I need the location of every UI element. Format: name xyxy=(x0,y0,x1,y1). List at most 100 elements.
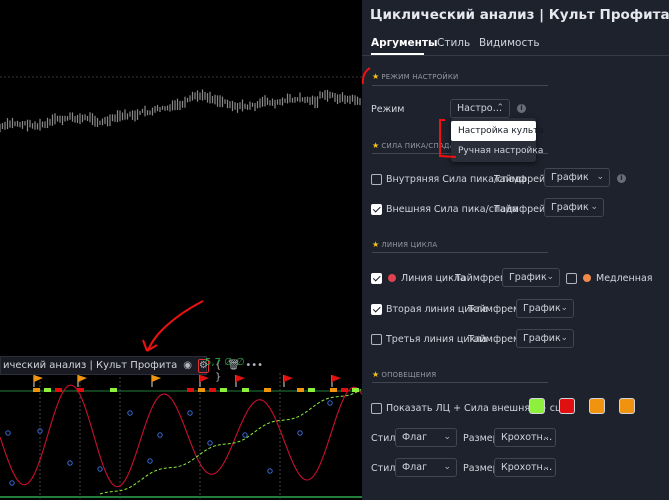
signal-marker xyxy=(220,388,227,392)
third-cycle-tf-select[interactable]: График ⌄ xyxy=(516,329,574,348)
section-cycle-line-label: ЛИНИЯ ЦИКЛА xyxy=(381,241,438,249)
cycle-point xyxy=(5,430,11,436)
tabs-divider xyxy=(362,55,669,56)
style-select-1[interactable]: Флаг ⌄ xyxy=(395,428,457,447)
section-mode-label: РЕЖИМ НАСТРОЙКИ xyxy=(381,73,459,81)
option-cult-settings[interactable]: Настройка культа xyxy=(451,121,544,141)
signal-marker xyxy=(352,388,359,392)
chevron-down-icon: ⌄ xyxy=(590,202,598,212)
cycle-point xyxy=(147,458,153,464)
size-select-2[interactable]: Крохотн… ⌄ xyxy=(494,458,556,477)
show-alerts-checkbox[interactable] xyxy=(371,403,382,414)
info-icon[interactable]: i xyxy=(617,174,626,183)
select-value: График xyxy=(523,303,561,314)
select-value: Флаг xyxy=(402,432,428,443)
chevron-down-icon: ⌄ xyxy=(546,272,554,282)
section-divider xyxy=(372,252,548,253)
chevron-down-icon: ⌄ xyxy=(443,462,451,472)
cycle-point xyxy=(187,410,193,416)
third-cycle-tf-label: Таймфрем xyxy=(468,334,521,345)
more-icon[interactable]: ••• xyxy=(245,360,263,372)
select-value: График xyxy=(551,202,589,213)
alert-color-swatch-1[interactable] xyxy=(529,398,545,414)
signal-marker xyxy=(77,388,84,392)
signal-marker xyxy=(198,388,205,392)
tab-style[interactable]: Стиль xyxy=(437,37,470,49)
star-icon: ★ xyxy=(372,370,380,379)
section-alerts: ★ ОПОВЕЩЕНИЯ xyxy=(372,370,436,379)
alert-flag xyxy=(78,375,87,382)
chart-area[interactable] xyxy=(0,0,362,500)
signal-marker xyxy=(330,388,337,392)
select-value: График xyxy=(523,333,561,344)
signal-marker xyxy=(33,388,40,392)
third-cycle-line-checkbox[interactable] xyxy=(371,334,382,345)
outer-strength-tf-select[interactable]: График ⌄ xyxy=(544,198,604,217)
chevron-down-icon: ⌄ xyxy=(542,432,550,442)
star-icon: ★ xyxy=(372,240,380,249)
cycle-point xyxy=(327,400,333,406)
cycle-point xyxy=(297,430,303,436)
cycle-point xyxy=(242,432,248,438)
signal-marker xyxy=(44,388,51,392)
second-cycle-tf-select[interactable]: График ⌄ xyxy=(516,299,574,318)
signal-marker xyxy=(341,388,348,392)
dialog-title: Циклический анализ | Культ Профита xyxy=(370,7,669,23)
slow-color-dot[interactable] xyxy=(583,274,591,282)
signal-marker xyxy=(110,388,117,392)
slow-label: Медленная xyxy=(596,273,653,284)
tab-arguments[interactable]: Аргументы xyxy=(371,37,438,49)
alert-flag xyxy=(34,375,43,382)
section-divider xyxy=(372,382,548,383)
star-icon: ★ xyxy=(372,141,380,150)
chevron-down-icon: ⌄ xyxy=(443,432,451,442)
slow-checkbox[interactable] xyxy=(566,273,577,284)
tab-visibility[interactable]: Видимость xyxy=(479,37,540,49)
cycle-line-color-dot[interactable] xyxy=(388,274,396,282)
eye-icon[interactable]: ◉ xyxy=(183,360,192,372)
settings-panel: Циклический анализ | Культ Профита Аргум… xyxy=(362,0,669,500)
signal-marker xyxy=(242,388,249,392)
alert-flag xyxy=(236,375,245,382)
cycle-point xyxy=(157,432,163,438)
option-manual-settings[interactable]: Ручная настройка xyxy=(451,141,543,161)
outer-strength-checkbox[interactable] xyxy=(371,204,382,215)
section-strength: ★ СИЛА ПИКА/СПАДА xyxy=(372,141,455,150)
oscillator-pane xyxy=(0,373,362,500)
section-alerts-label: ОПОВЕЩЕНИЯ xyxy=(381,371,437,379)
size-select-1[interactable]: Крохотн… ⌄ xyxy=(494,428,556,447)
alert-flag xyxy=(284,375,293,382)
info-icon[interactable]: i xyxy=(517,104,526,113)
inner-strength-checkbox[interactable] xyxy=(371,174,382,185)
mode-select[interactable]: Настро… ⌃ xyxy=(450,99,510,118)
second-cycle-line-checkbox[interactable] xyxy=(371,304,382,315)
signal-marker xyxy=(187,388,194,392)
alert-flag xyxy=(332,375,341,382)
style-select-2[interactable]: Флаг ⌄ xyxy=(395,458,457,477)
alert-flag xyxy=(152,375,161,382)
second-cycle-tf-label: Таймфрем xyxy=(468,304,521,315)
indicator-legend[interactable]: ический анализ | Культ Профита ◉ ⚙ { } 🗑… xyxy=(0,356,263,383)
signal-marker xyxy=(297,388,304,392)
cycle-line-tf-select[interactable]: График ⌄ xyxy=(502,268,560,287)
section-cycle-line: ★ ЛИНИЯ ЦИКЛА xyxy=(372,240,437,249)
alert-color-swatch-4[interactable] xyxy=(619,398,635,414)
signal-marker xyxy=(209,388,216,392)
alert-color-swatch-2[interactable] xyxy=(559,398,575,414)
section-mode: ★ РЕЖИМ НАСТРОЙКИ xyxy=(372,72,458,81)
second-cycle-series xyxy=(99,388,362,495)
inner-strength-tf-select[interactable]: График ⌄ xyxy=(544,168,610,187)
chevron-up-icon: ⌃ xyxy=(496,103,504,113)
cycle-line-tf-label: Таймфрем xyxy=(455,273,508,284)
signal-marker xyxy=(264,388,271,392)
select-value: Флаг xyxy=(402,462,428,473)
chevron-down-icon: ⌄ xyxy=(560,333,568,343)
select-value: График xyxy=(509,272,547,283)
indicator-values: 5,7 ∅ ∅ xyxy=(205,357,245,368)
mode-dropdown-menu: Настройка культа Ручная настройка xyxy=(451,118,544,162)
price-chart xyxy=(0,76,362,133)
cycle-line-checkbox[interactable] xyxy=(371,273,382,284)
alert-color-swatch-3[interactable] xyxy=(589,398,605,414)
indicator-legend-title: ический анализ | Культ Профита xyxy=(3,360,178,371)
signal-marker xyxy=(308,388,315,392)
